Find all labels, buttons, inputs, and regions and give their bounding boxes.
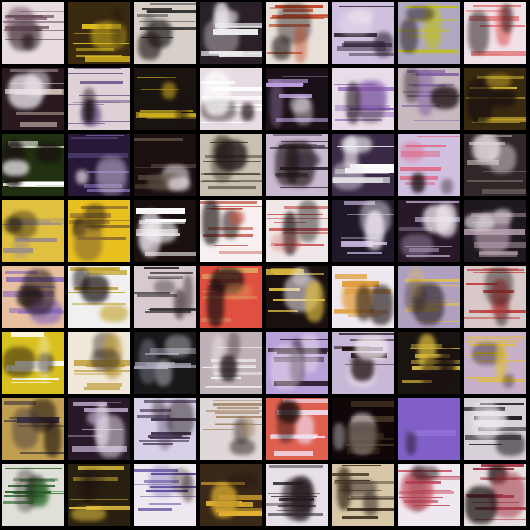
sample-thumbnail xyxy=(464,398,526,460)
sample-thumbnail xyxy=(68,200,130,262)
sample-thumbnail xyxy=(2,200,64,262)
sample-thumbnail xyxy=(134,398,196,460)
sample-thumbnail xyxy=(200,68,262,130)
sample-thumbnail xyxy=(200,134,262,196)
sample-thumbnail xyxy=(134,464,196,526)
image-grid xyxy=(0,0,530,530)
sample-thumbnail xyxy=(332,200,394,262)
sample-thumbnail xyxy=(200,464,262,526)
sample-thumbnail xyxy=(134,266,196,328)
sample-thumbnail xyxy=(266,464,328,526)
sample-thumbnail xyxy=(134,332,196,394)
sample-thumbnail xyxy=(464,134,526,196)
sample-thumbnail xyxy=(2,332,64,394)
sample-thumbnail xyxy=(68,398,130,460)
sample-thumbnail xyxy=(200,332,262,394)
sample-thumbnail xyxy=(68,332,130,394)
sample-thumbnail xyxy=(134,2,196,64)
sample-thumbnail xyxy=(200,2,262,64)
sample-thumbnail xyxy=(266,200,328,262)
sample-thumbnail xyxy=(2,134,64,196)
sample-thumbnail xyxy=(266,332,328,394)
sample-thumbnail xyxy=(2,398,64,460)
sample-thumbnail xyxy=(464,200,526,262)
sample-thumbnail xyxy=(200,266,262,328)
sample-thumbnail xyxy=(266,398,328,460)
sample-thumbnail xyxy=(68,464,130,526)
sample-thumbnail xyxy=(464,2,526,64)
sample-thumbnail xyxy=(266,134,328,196)
sample-thumbnail xyxy=(398,398,460,460)
sample-thumbnail xyxy=(332,332,394,394)
sample-thumbnail xyxy=(68,134,130,196)
sample-thumbnail xyxy=(398,134,460,196)
sample-thumbnail xyxy=(398,2,460,64)
sample-thumbnail xyxy=(464,332,526,394)
sample-thumbnail xyxy=(332,398,394,460)
sample-thumbnail xyxy=(68,266,130,328)
sample-thumbnail xyxy=(464,464,526,526)
sample-thumbnail xyxy=(134,200,196,262)
sample-thumbnail xyxy=(68,68,130,130)
sample-thumbnail xyxy=(332,2,394,64)
sample-thumbnail xyxy=(2,68,64,130)
sample-thumbnail xyxy=(200,200,262,262)
sample-thumbnail xyxy=(332,464,394,526)
sample-thumbnail xyxy=(2,266,64,328)
sample-thumbnail xyxy=(266,266,328,328)
sample-thumbnail xyxy=(200,398,262,460)
sample-thumbnail xyxy=(266,68,328,130)
sample-thumbnail xyxy=(398,68,460,130)
sample-thumbnail xyxy=(68,2,130,64)
sample-thumbnail xyxy=(332,134,394,196)
sample-thumbnail xyxy=(398,266,460,328)
sample-thumbnail xyxy=(134,134,196,196)
sample-thumbnail xyxy=(464,266,526,328)
sample-thumbnail xyxy=(266,2,328,64)
sample-thumbnail xyxy=(464,68,526,130)
sample-thumbnail xyxy=(398,464,460,526)
sample-thumbnail xyxy=(332,68,394,130)
sample-thumbnail xyxy=(134,68,196,130)
sample-thumbnail xyxy=(2,464,64,526)
sample-thumbnail xyxy=(2,2,64,64)
sample-thumbnail xyxy=(332,266,394,328)
sample-thumbnail xyxy=(398,332,460,394)
sample-thumbnail xyxy=(398,200,460,262)
